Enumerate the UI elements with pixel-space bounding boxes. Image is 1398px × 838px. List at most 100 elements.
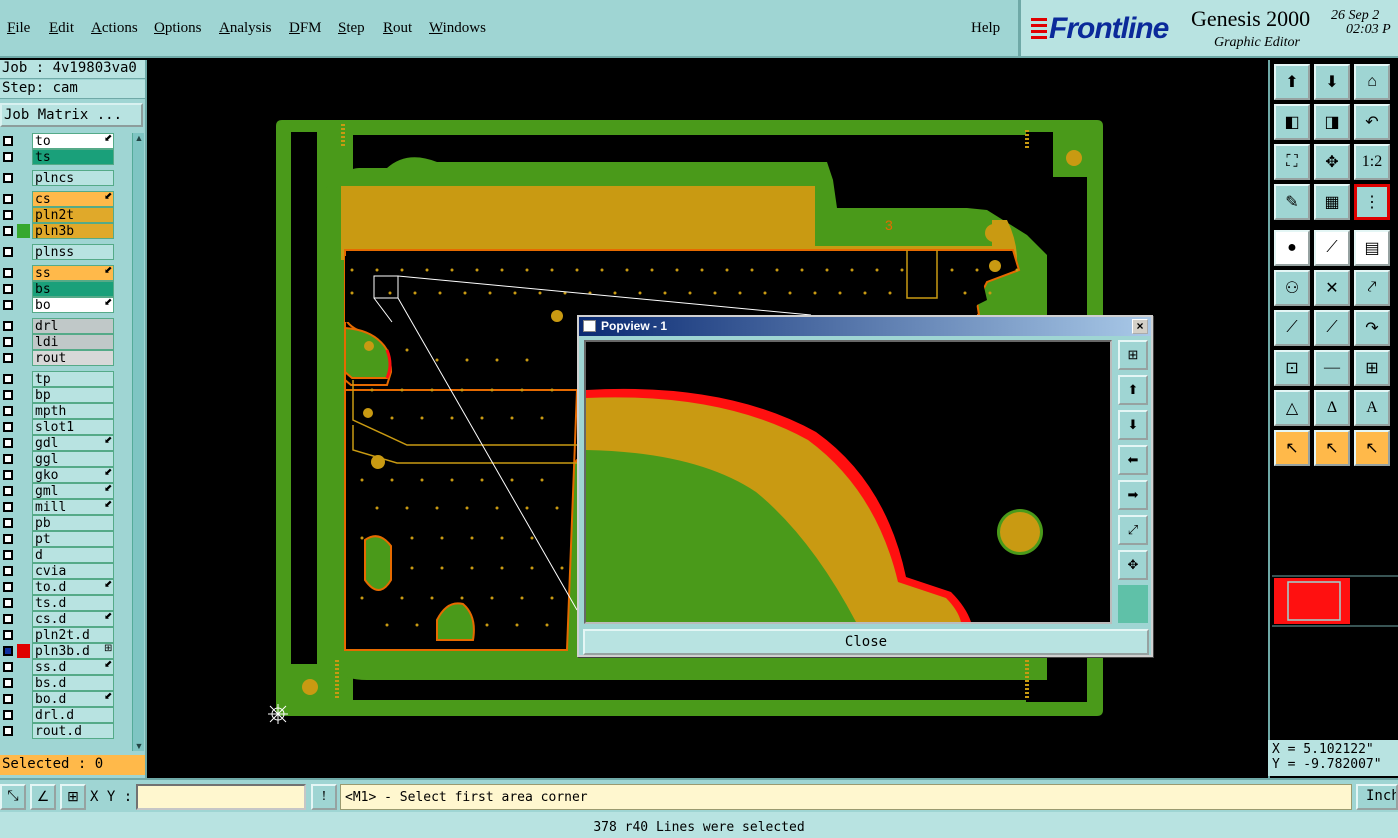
route-icon[interactable]: ⤤	[1354, 270, 1390, 306]
layer-name[interactable]: cs.d	[32, 611, 114, 627]
layer-checkbox[interactable]	[3, 284, 13, 294]
layer-color-swatch[interactable]	[17, 208, 30, 222]
layer-checkbox[interactable]	[3, 470, 13, 480]
layer-row-gko[interactable]: gko ⬋	[0, 467, 132, 483]
pv-down-icon[interactable]: ⬇	[1118, 410, 1148, 440]
pv-left-icon[interactable]: ⬅	[1118, 445, 1148, 475]
layer-row-d[interactable]: d	[0, 547, 132, 563]
layer-name[interactable]: bo	[32, 297, 114, 313]
layer-color-swatch[interactable]	[17, 724, 30, 738]
layers-icon[interactable]: ⋮	[1354, 184, 1390, 220]
layer-checkbox[interactable]	[3, 518, 13, 528]
layer-row-pln3b[interactable]: pln3b	[0, 223, 132, 239]
dash-icon[interactable]: —	[1314, 350, 1350, 386]
layer-row-ldi[interactable]: ldi	[0, 334, 132, 350]
layer-row-gdl[interactable]: gdl ⬋	[0, 435, 132, 451]
scroll-down-icon[interactable]: ▼	[134, 741, 144, 751]
layer-color-swatch[interactable]	[17, 436, 30, 450]
layer-row-ts-d[interactable]: ts.d	[0, 595, 132, 611]
layer-name[interactable]: gdl	[32, 435, 114, 451]
popview-titlebar[interactable]: Popview - 1 ×	[579, 317, 1151, 336]
layer-name[interactable]: bp	[32, 387, 114, 403]
layer-color-swatch[interactable]	[17, 628, 30, 642]
layer-row-pt[interactable]: pt	[0, 531, 132, 547]
menu-help[interactable]: Help	[971, 20, 1000, 37]
layer-row-plncs[interactable]: plncs	[0, 170, 132, 186]
layer-name[interactable]: pln2t.d	[32, 627, 114, 643]
layer-row-mill[interactable]: mill ⬋	[0, 499, 132, 515]
pv-right-icon[interactable]: ➡	[1118, 480, 1148, 510]
menu-options[interactable]: Options	[154, 20, 202, 37]
layer-name[interactable]: ts	[32, 149, 114, 165]
layer-row-to-d[interactable]: to.d ⬋	[0, 579, 132, 595]
pv-fit-icon[interactable]: ⤢	[1118, 515, 1148, 545]
menu-rout[interactable]: Rout	[383, 20, 412, 37]
triangle-icon[interactable]: △	[1274, 390, 1310, 426]
layer-row-pln2t-d[interactable]: pln2t.d	[0, 627, 132, 643]
one-to-one-icon[interactable]: 1:2	[1354, 144, 1390, 180]
layer-checkbox[interactable]	[3, 582, 13, 592]
layer-color-swatch[interactable]	[17, 335, 30, 349]
layer-name[interactable]: drl.d	[32, 707, 114, 723]
layer-row-bo[interactable]: bo ⬋	[0, 297, 132, 313]
xy-input[interactable]	[136, 784, 306, 810]
layer-color-swatch[interactable]	[17, 282, 30, 296]
units-button[interactable]: Inch	[1356, 784, 1398, 810]
scroll-up-icon[interactable]: ▲	[134, 133, 144, 143]
arc-icon[interactable]: ↷	[1354, 310, 1390, 346]
layer-color-swatch[interactable]	[17, 372, 30, 386]
angle-select-icon[interactable]: ∠	[30, 784, 56, 810]
menu-file[interactable]: File	[7, 20, 30, 37]
menu-edit[interactable]: Edit	[49, 20, 74, 37]
layer-name[interactable]: plnss	[32, 244, 114, 260]
layer-name[interactable]: gko	[32, 467, 114, 483]
menu-dfm[interactable]: DFM	[289, 20, 322, 37]
layer-name[interactable]: slot1	[32, 419, 114, 435]
layer-name[interactable]: d	[32, 547, 114, 563]
zoom-out-icon[interactable]: ⬇	[1314, 64, 1350, 100]
pan-left-icon[interactable]: ◧	[1274, 104, 1310, 140]
zoomed-board[interactable]	[586, 342, 1110, 622]
layer-row-plnss[interactable]: plnss	[0, 244, 132, 260]
layer-color-swatch[interactable]	[17, 388, 30, 402]
zoom-in-icon[interactable]: ⬆	[1274, 64, 1310, 100]
layer-color-swatch[interactable]	[17, 548, 30, 562]
close-icon[interactable]: ×	[1132, 319, 1148, 334]
layer-checkbox[interactable]	[3, 226, 13, 236]
layer-checkbox[interactable]	[3, 614, 13, 624]
layer-row-bs[interactable]: bs	[0, 281, 132, 297]
popview-canvas[interactable]	[584, 340, 1112, 624]
layer-row-cs-d[interactable]: cs.d ⬋	[0, 611, 132, 627]
layer-row-pln3b-d[interactable]: pln3b.d ⊞	[0, 643, 132, 659]
pan-right-icon[interactable]: ◨	[1314, 104, 1350, 140]
layer-checkbox[interactable]	[3, 406, 13, 416]
layer-checkbox[interactable]	[3, 210, 13, 220]
corner-select-icon[interactable]: ⤡	[0, 784, 26, 810]
layer-checkbox[interactable]	[3, 566, 13, 576]
layer-checkbox[interactable]	[3, 152, 13, 162]
layer-color-swatch[interactable]	[17, 319, 30, 333]
layer-color-swatch[interactable]	[17, 404, 30, 418]
layer-color-swatch[interactable]	[17, 351, 30, 365]
layer-name[interactable]: rout.d	[32, 723, 114, 739]
layer-color-swatch[interactable]	[17, 150, 30, 164]
overview-map[interactable]	[1272, 466, 1398, 746]
grid-icon[interactable]: ▦	[1314, 184, 1350, 220]
pv-center-icon[interactable]: ✥	[1118, 550, 1148, 580]
layer-checkbox[interactable]	[3, 502, 13, 512]
layer-name[interactable]: to	[32, 133, 114, 149]
layer-name[interactable]: drl	[32, 318, 114, 334]
layer-row-ggl[interactable]: ggl	[0, 451, 132, 467]
layer-name[interactable]: pln3b	[32, 223, 114, 239]
slash-icon[interactable]: ⟋	[1314, 310, 1350, 346]
pv-up-icon[interactable]: ⬆	[1118, 375, 1148, 405]
layer-checkbox[interactable]	[3, 374, 13, 384]
layer-name[interactable]: pln2t	[32, 207, 114, 223]
pointer-alt-icon[interactable]: ↖	[1354, 430, 1390, 466]
prompt-alert-icon[interactable]: !	[311, 784, 337, 810]
layer-row-ts[interactable]: ts	[0, 149, 132, 165]
layer-checkbox[interactable]	[3, 710, 13, 720]
layer-row-ss-d[interactable]: ss.d ⬋	[0, 659, 132, 675]
snap-icon[interactable]: ⊞	[1354, 350, 1390, 386]
layer-color-swatch[interactable]	[17, 660, 30, 674]
